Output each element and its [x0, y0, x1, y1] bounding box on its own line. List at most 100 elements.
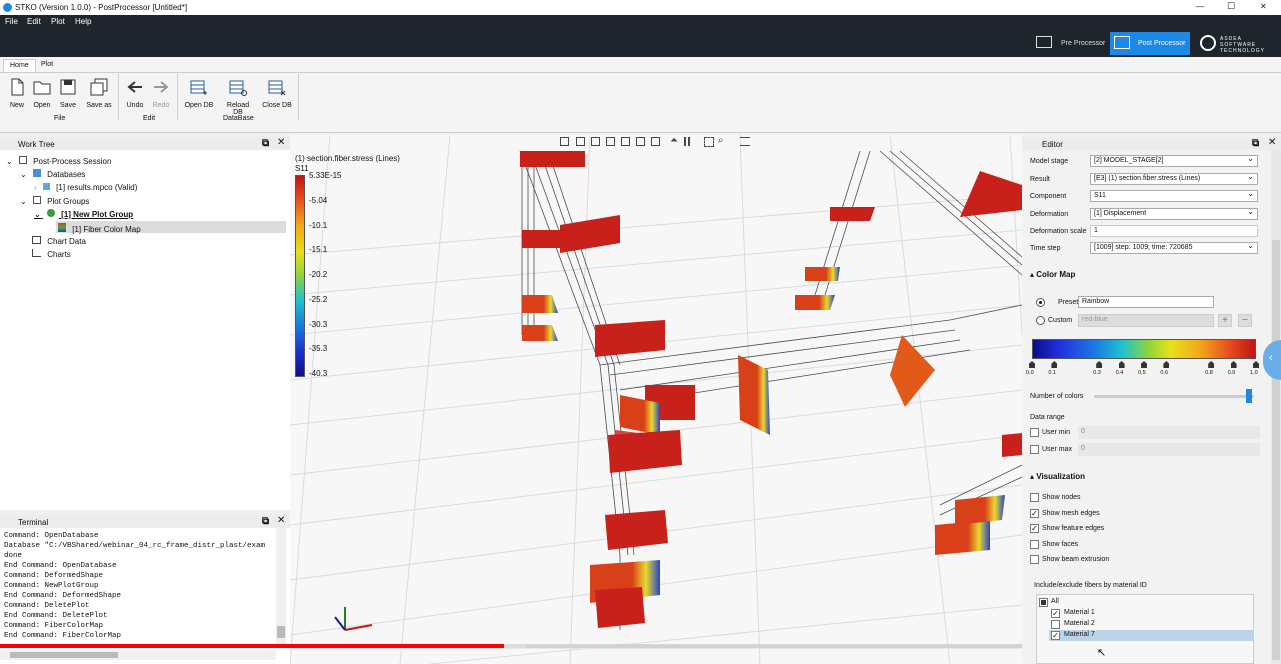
mouse-cursor-icon: ↖	[1097, 647, 1107, 659]
color-map-section-header[interactable]: ▴ Color Map	[1030, 270, 1075, 279]
tree-item-chart-data[interactable]: Chart Data	[32, 236, 86, 246]
all-materials-checkbox[interactable]	[1039, 598, 1048, 607]
float-panel-icon[interactable]: ⧉	[262, 516, 269, 527]
view-top-icon[interactable]	[636, 137, 645, 146]
menu-help[interactable]: Help	[75, 17, 91, 26]
tree-item-charts[interactable]: Charts	[32, 249, 71, 259]
time-step-select[interactable]: [1009] step: 1009; time: 720685	[1090, 241, 1258, 254]
view-iso-icon[interactable]	[560, 137, 569, 146]
zoom-fit-icon[interactable]	[704, 137, 714, 147]
presets-radio[interactable]	[1036, 298, 1045, 307]
close-panel-icon[interactable]: ✕	[277, 515, 285, 526]
custom-label: Custom	[1048, 317, 1073, 324]
deformation-scale-input[interactable]: 1	[1090, 225, 1258, 237]
remove-color-icon[interactable]: −	[1238, 314, 1252, 327]
close-panel-icon[interactable]: ✕	[1268, 137, 1276, 148]
presets-select[interactable]: Rainbow	[1078, 296, 1214, 308]
color-stop-marker[interactable]	[1118, 361, 1125, 368]
show-feature-edges-checkbox[interactable]: ✓	[1030, 524, 1039, 533]
color-stop-marker[interactable]	[1096, 361, 1103, 368]
float-panel-icon[interactable]: ⧉	[1252, 138, 1259, 149]
color-stop-marker[interactable]	[1208, 361, 1215, 368]
expanded-arrow-icon: ⌄	[6, 157, 13, 166]
show-nodes-checkbox[interactable]	[1030, 493, 1039, 502]
color-stop-marker[interactable]	[1163, 361, 1170, 368]
save-as-button[interactable]: Save as	[83, 78, 115, 109]
settings-grid-icon[interactable]	[740, 137, 750, 146]
user-min-checkbox[interactable]	[1030, 428, 1039, 437]
menu-bar: File Edit Plot Help	[0, 15, 1281, 30]
deformation-select[interactable]: [1] Displacement	[1090, 207, 1258, 220]
number-of-colors-slider[interactable]	[1094, 395, 1254, 398]
number-of-colors-handle[interactable]	[1246, 389, 1252, 403]
tree-item-session[interactable]: ⌄ Post-Process Session	[6, 156, 111, 166]
menu-file[interactable]: File	[5, 17, 18, 26]
tree-item-db-file[interactable]: › [1] results.mpco (Valid)	[34, 183, 137, 192]
terminal-line: End Command: OpenDatabase	[4, 562, 117, 570]
user-min-input[interactable]: 0	[1078, 426, 1260, 439]
terminal-hscrollbar[interactable]	[0, 650, 276, 660]
plot-group-icon	[46, 209, 55, 217]
model-stage-select[interactable]: [2] MODEL_STAGE[2]	[1090, 154, 1258, 167]
view-right-icon[interactable]	[621, 137, 630, 146]
reload-db-button[interactable]: Reload DB	[222, 78, 254, 116]
show-faces-checkbox[interactable]	[1030, 540, 1039, 549]
maximize-button[interactable]: ☐	[1227, 1, 1235, 12]
material7-checkbox[interactable]: ✓	[1051, 631, 1060, 640]
custom-radio[interactable]	[1036, 316, 1045, 325]
color-stop-marker[interactable]	[1051, 361, 1058, 368]
menu-plot[interactable]: Plot	[51, 17, 65, 26]
post-processor-tab[interactable]: Post Processor	[1110, 32, 1190, 55]
visualization-section-header[interactable]: ▴ Visualization	[1030, 472, 1085, 481]
time-step-label: Time step	[1030, 245, 1061, 252]
close-window-button[interactable]: ✕	[1260, 2, 1267, 11]
perspective-icon[interactable]: ⏶	[670, 135, 678, 146]
result-select[interactable]: [E3] (1) section.fiber.stress (Lines)	[1090, 172, 1258, 185]
redo-button[interactable]: Redo	[145, 78, 177, 109]
material2-checkbox[interactable]	[1051, 620, 1060, 629]
zoom-icon[interactable]: ⌕	[718, 135, 724, 146]
view-left-icon[interactable]	[606, 137, 615, 146]
custom-input[interactable]: red-blue	[1078, 314, 1214, 327]
open-db-button[interactable]: Open DB	[183, 78, 215, 109]
terminal-line: End Command: DeletePlot	[4, 612, 108, 620]
tree-item-databases[interactable]: ⌄ Databases	[20, 169, 85, 179]
component-select[interactable]: S11	[1090, 189, 1258, 202]
tree-item-plot-groups[interactable]: ⌄ Plot Groups	[20, 196, 89, 206]
menu-edit[interactable]: Edit	[27, 17, 41, 26]
color-stop-marker[interactable]	[1141, 361, 1147, 368]
fiber-material-list: All ✓ Material 1 Material 2 ✓ Material 7	[1036, 594, 1254, 664]
tree-item-plot-group[interactable]: ⌄ [1] New Plot Group	[34, 209, 133, 219]
tab-plot[interactable]: Plot	[35, 59, 59, 72]
3d-viewport[interactable]: ⏶ ⌕ (1) section.fiber.stress (Lines) S11…	[290, 135, 1022, 664]
show-beam-extrusion-checkbox[interactable]	[1030, 555, 1039, 564]
view-front-icon[interactable]	[576, 137, 585, 146]
show-mesh-edges-checkbox[interactable]: ✓	[1030, 509, 1039, 518]
view-back-icon[interactable]	[591, 137, 600, 146]
brand-logo: ASDEA SOFTWARE TECHNOLOGY	[1200, 33, 1275, 55]
color-stop-label: 0.8	[1205, 370, 1213, 376]
minimize-button[interactable]: —	[1196, 2, 1204, 11]
user-max-checkbox[interactable]	[1030, 445, 1039, 454]
parallel-icon[interactable]	[684, 137, 690, 146]
terminal-vscrollbar[interactable]	[276, 528, 286, 646]
editor-scrollbar[interactable]	[1271, 150, 1281, 664]
float-panel-icon[interactable]: ⧉	[262, 138, 269, 149]
close-panel-icon[interactable]: ✕	[277, 137, 285, 148]
pre-processor-tab[interactable]: Pre Processor	[1032, 32, 1108, 55]
close-db-button[interactable]: Close DB	[261, 78, 293, 109]
add-color-icon[interactable]: +	[1218, 314, 1232, 327]
tab-home[interactable]: Home	[3, 59, 36, 72]
color-stop-marker[interactable]	[1253, 361, 1259, 368]
user-max-input[interactable]: 0	[1078, 443, 1260, 456]
app-logo-icon	[3, 3, 12, 12]
save-button[interactable]: Save	[52, 78, 84, 109]
material2-label: Material 2	[1064, 620, 1095, 627]
material1-checkbox[interactable]: ✓	[1051, 609, 1060, 618]
tree-item-fiber-color-map[interactable]: [1] Fiber Color Map	[58, 223, 141, 234]
color-stop-marker[interactable]	[1230, 361, 1237, 368]
view-bottom-icon[interactable]	[651, 137, 660, 146]
color-ramp[interactable]	[1032, 339, 1256, 359]
terminal-line: Command: DeletePlot	[4, 602, 90, 610]
color-stop-marker[interactable]	[1029, 361, 1035, 368]
